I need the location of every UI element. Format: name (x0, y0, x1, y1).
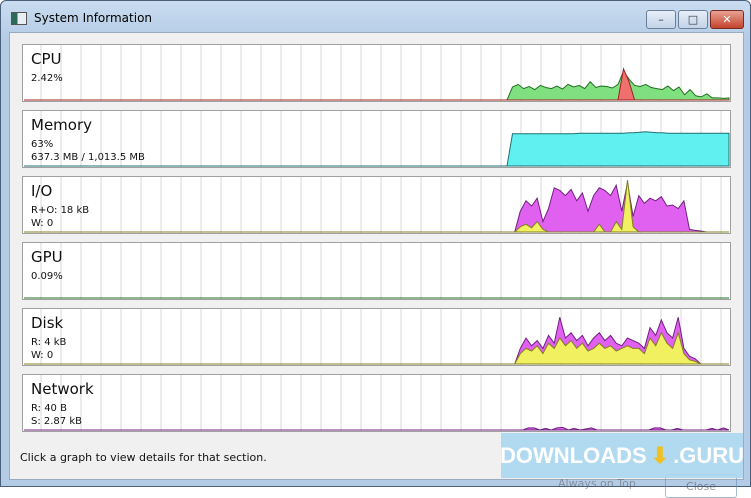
disk-value: W: 0 (31, 350, 54, 361)
memory-value: 637.3 MB / 1,013.5 MB (31, 152, 145, 163)
cpu-value: 2.42% (31, 73, 63, 84)
gpu-title: GPU (31, 248, 63, 266)
graph-gpu[interactable]: GPU 0.09% (22, 242, 731, 300)
graph-io[interactable]: I/O R+O: 18 kB W: 0 (22, 176, 731, 234)
graph-cpu[interactable]: CPU 2.42% (22, 44, 731, 102)
disk-graph (24, 309, 729, 365)
graph-disk[interactable]: Disk R: 4 kB W: 0 (22, 308, 731, 366)
io-graph (24, 177, 729, 233)
network-series-0 (24, 426, 730, 431)
disk-series-1 (24, 331, 729, 365)
graph-network[interactable]: Network R: 40 B S: 2.87 kB (22, 374, 731, 432)
system-information-window: System Information – □ ✕ Click a graph t… (0, 0, 751, 498)
always-on-top-checkbox[interactable]: Always on Top (558, 477, 636, 490)
disk-value: R: 4 kB (31, 337, 67, 348)
io-title: I/O (31, 182, 53, 200)
title-bar: System Information (11, 11, 152, 25)
memory-title: Memory (31, 116, 93, 134)
disk-title: Disk (31, 314, 64, 332)
io-value: R+O: 18 kB (31, 205, 90, 216)
close-window-button[interactable]: ✕ (710, 10, 744, 29)
status-text: Click a graph to view details for that s… (20, 451, 267, 464)
cpu-title: CPU (31, 50, 62, 68)
cpu-series-1 (24, 67, 729, 101)
maximize-button[interactable]: □ (678, 10, 708, 29)
minimize-button[interactable]: – (646, 10, 676, 29)
network-value: R: 40 B (31, 403, 67, 414)
window-title: System Information (34, 11, 153, 25)
network-graph (24, 375, 730, 431)
app-icon (11, 11, 27, 25)
network-value: S: 2.87 kB (31, 416, 82, 427)
client-area: Click a graph to view details for that s… (9, 32, 744, 498)
graph-memory[interactable]: Memory 63% 637.3 MB / 1,013.5 MB (22, 110, 731, 168)
io-value: W: 0 (31, 218, 54, 229)
cpu-graph (24, 45, 730, 101)
memory-value: 63% (31, 139, 54, 150)
gpu-value: 0.09% (31, 271, 63, 282)
network-title: Network (31, 380, 94, 398)
gpu-graph (24, 243, 729, 299)
watermark-logo: DOWNLOADS ⬇ .GURU (500, 433, 744, 478)
